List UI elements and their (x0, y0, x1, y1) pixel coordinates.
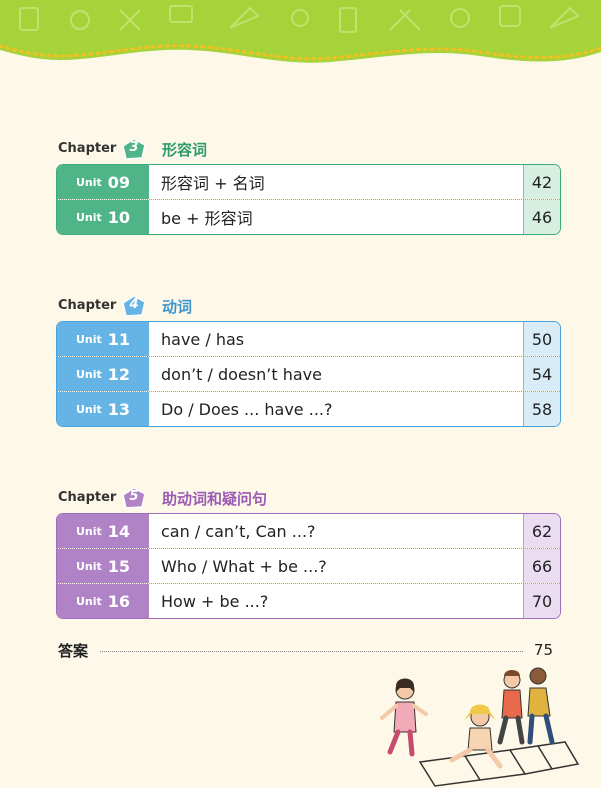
unit-topic: don’t / doesn’t have (149, 357, 523, 391)
unit-badge: Unit 16 (57, 584, 149, 618)
unit-badge: Unit 10 (57, 200, 149, 234)
unit-table: Unit 09 形容词 + 名词 42 Unit 10 be + 形容词 46 (56, 164, 561, 235)
unit-topic: be + 形容词 (149, 200, 523, 234)
unit-topic: 形容词 + 名词 (149, 165, 523, 199)
chapter-5-section: Chapter 5 助动词和疑问句 Unit 14 can / can’t, Ca… (56, 487, 561, 619)
chapter-title: 形容词 (162, 141, 208, 159)
unit-label: Unit (75, 559, 102, 573)
unit-label: Unit (75, 402, 102, 416)
chapter-label: Chapter (58, 141, 117, 156)
chapter-number: 5 (129, 489, 139, 504)
unit-number: 16 (107, 591, 131, 611)
unit-table: Unit 14 can / can’t, Can ...? 62 Unit 15 W… (56, 513, 561, 619)
unit-number: 12 (107, 364, 131, 384)
unit-number: 13 (107, 399, 131, 419)
chapter-title: 助动词和疑问句 (162, 490, 268, 508)
unit-number: 15 (107, 556, 131, 576)
unit-badge: Unit 09 (57, 165, 149, 199)
table-row[interactable]: Unit 15 Who / What + be ...? 66 (57, 548, 560, 583)
page-number: 70 (523, 584, 560, 618)
unit-label: Unit (75, 332, 102, 346)
chapter-label: Chapter (58, 490, 117, 505)
unit-label: Unit (75, 594, 102, 608)
unit-number: 09 (107, 172, 131, 192)
unit-label: Unit (75, 367, 102, 381)
table-row[interactable]: Unit 12 don’t / doesn’t have 54 (57, 356, 560, 391)
chapter-3-header: Chapter 3 形容词 (56, 138, 561, 162)
chapter-4-section: Chapter 4 动词 Unit 11 have / has 50 Unit 12… (56, 295, 561, 427)
page-number: 54 (523, 357, 560, 391)
table-row[interactable]: Unit 16 How + be ...? 70 (57, 583, 560, 618)
unit-label: Unit (75, 175, 102, 189)
answers-entry[interactable]: 答案 75 (56, 640, 553, 662)
unit-label: Unit (75, 210, 102, 224)
unit-topic: Do / Does ... have ...? (149, 392, 523, 426)
table-row[interactable]: Unit 11 have / has 50 (57, 322, 560, 356)
chapter-number: 3 (129, 140, 139, 155)
unit-badge: Unit 14 (57, 514, 149, 548)
unit-number: 14 (107, 521, 131, 541)
answers-page-number: 75 (533, 641, 553, 659)
unit-number: 10 (107, 207, 131, 227)
unit-table: Unit 11 have / has 50 Unit 12 don’t / does… (56, 321, 561, 427)
chapter-5-header: Chapter 5 助动词和疑问句 (56, 487, 561, 511)
unit-topic: have / has (149, 322, 523, 356)
unit-badge: Unit 12 (57, 357, 149, 391)
unit-badge: Unit 15 (57, 549, 149, 583)
table-row[interactable]: Unit 10 be + 形容词 46 (57, 199, 560, 234)
unit-topic: Who / What + be ...? (149, 549, 523, 583)
answers-label: 答案 (58, 640, 95, 661)
page-number: 66 (523, 549, 560, 583)
table-row[interactable]: Unit 13 Do / Does ... have ...? 58 (57, 391, 560, 426)
unit-badge: Unit 11 (57, 322, 149, 356)
unit-number: 11 (107, 329, 131, 349)
table-row[interactable]: Unit 14 can / can’t, Can ...? 62 (57, 514, 560, 548)
chapter-label: Chapter (58, 298, 117, 313)
page-number: 42 (523, 165, 560, 199)
chapter-number: 4 (129, 297, 139, 312)
chapter-3-section: Chapter 3 形容词 Unit 09 形容词 + 名词 42 Unit 10 … (56, 138, 561, 235)
table-row[interactable]: Unit 09 形容词 + 名词 42 (57, 165, 560, 199)
unit-label: Unit (75, 524, 102, 538)
page-number: 50 (523, 322, 560, 356)
unit-topic: How + be ...? (149, 584, 523, 618)
top-banner (0, 0, 601, 63)
page-number: 62 (523, 514, 560, 548)
page-number: 46 (523, 200, 560, 234)
unit-badge: Unit 13 (57, 392, 149, 426)
chapter-title: 动词 (162, 298, 193, 316)
chapter-4-header: Chapter 4 动词 (56, 295, 561, 319)
unit-topic: can / can’t, Can ...? (149, 514, 523, 548)
page-number: 58 (523, 392, 560, 426)
children-hopscotch-illustration-icon (380, 667, 580, 787)
leader-dots (100, 651, 523, 652)
